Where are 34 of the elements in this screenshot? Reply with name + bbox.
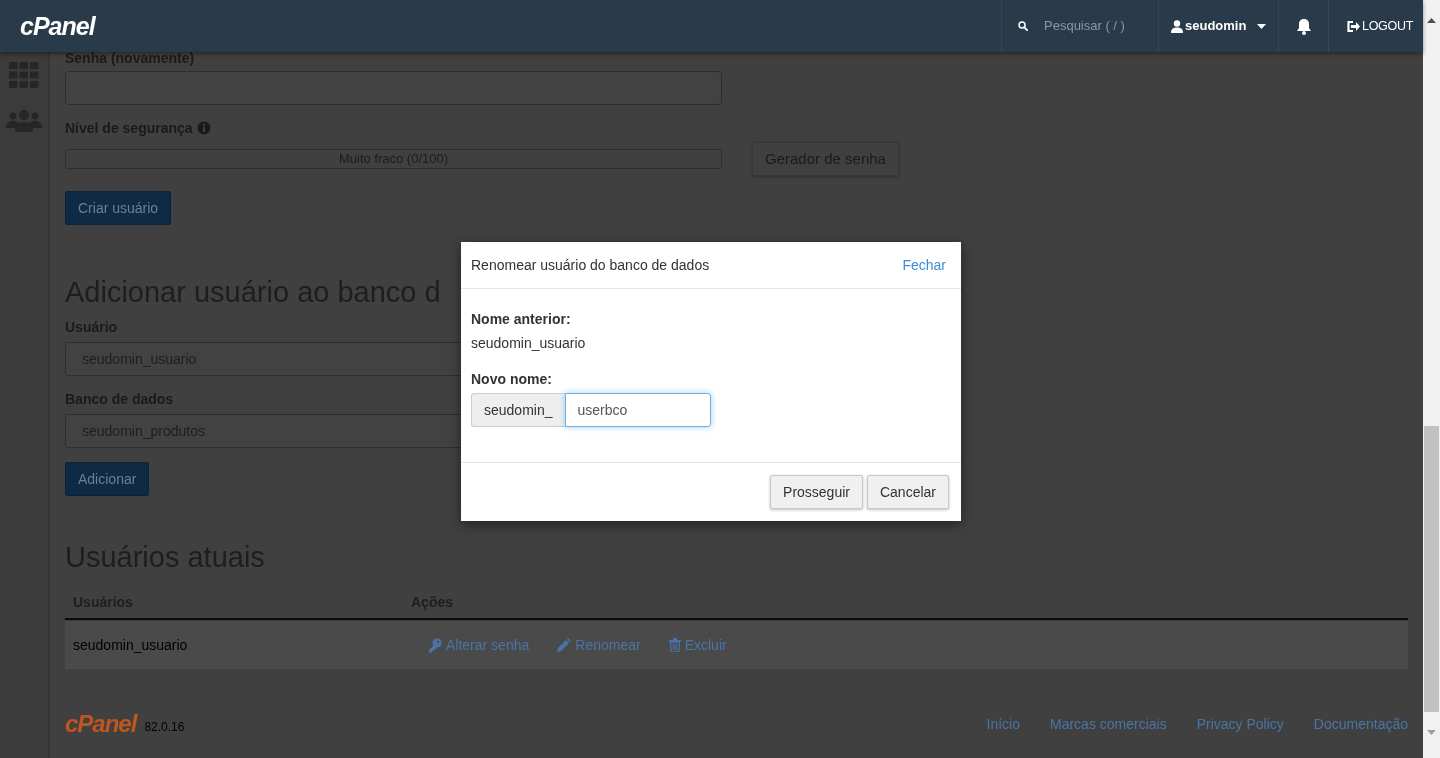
search-field[interactable]: Pesquisar ( / ): [1042, 15, 1142, 37]
cpanel-logo[interactable]: cPanel: [20, 11, 95, 41]
search-icon: [1018, 18, 1028, 34]
bell-icon: [1295, 17, 1312, 35]
field-label: Nome anterior:: [471, 310, 571, 329]
cpanel-logo[interactable]: cPanel: [65, 709, 137, 739]
proceed-button[interactable]: Prosseguir: [770, 475, 863, 509]
prefix-addon: seudomin_: [471, 393, 565, 427]
version-text: 82.0.16: [144, 719, 185, 736]
info-icon[interactable]: [196, 121, 211, 135]
scroll-up-icon[interactable]: [1427, 18, 1436, 23]
trash-icon: [668, 638, 681, 652]
scroll-down-icon[interactable]: [1427, 730, 1436, 735]
delete-link[interactable]: Excluir: [668, 635, 727, 655]
new-name-input[interactable]: userbco: [564, 393, 711, 427]
footer-link[interactable]: Privacy Policy: [1196, 714, 1284, 734]
add-button[interactable]: Adicionar: [65, 462, 150, 496]
rename-link[interactable]: Renomear: [557, 635, 641, 655]
user-menu[interactable]: seudomin: [1158, 0, 1278, 52]
footer-link[interactable]: Início: [986, 714, 1020, 734]
create-user-button[interactable]: Criar usuário: [65, 191, 172, 225]
table-cell-text: seudomin_usuario: [73, 636, 189, 655]
scrollbar-thumb[interactable]: [1424, 426, 1439, 712]
key-icon: [428, 637, 442, 653]
change-password-link[interactable]: Alterar senha: [428, 635, 530, 655]
dialog-title: Renomear usuário do banco de dados: [471, 256, 710, 275]
cancel-button[interactable]: Cancelar: [866, 475, 949, 509]
footer-link[interactable]: Documentação: [1313, 714, 1408, 734]
user-icon: [1171, 19, 1183, 33]
logout-icon: [1346, 19, 1360, 33]
caret-icon: [1257, 23, 1266, 29]
pencil-icon: [557, 638, 572, 652]
footer-link[interactable]: Marcas comerciais: [1050, 714, 1167, 734]
close-link[interactable]: Fechar: [902, 255, 946, 275]
